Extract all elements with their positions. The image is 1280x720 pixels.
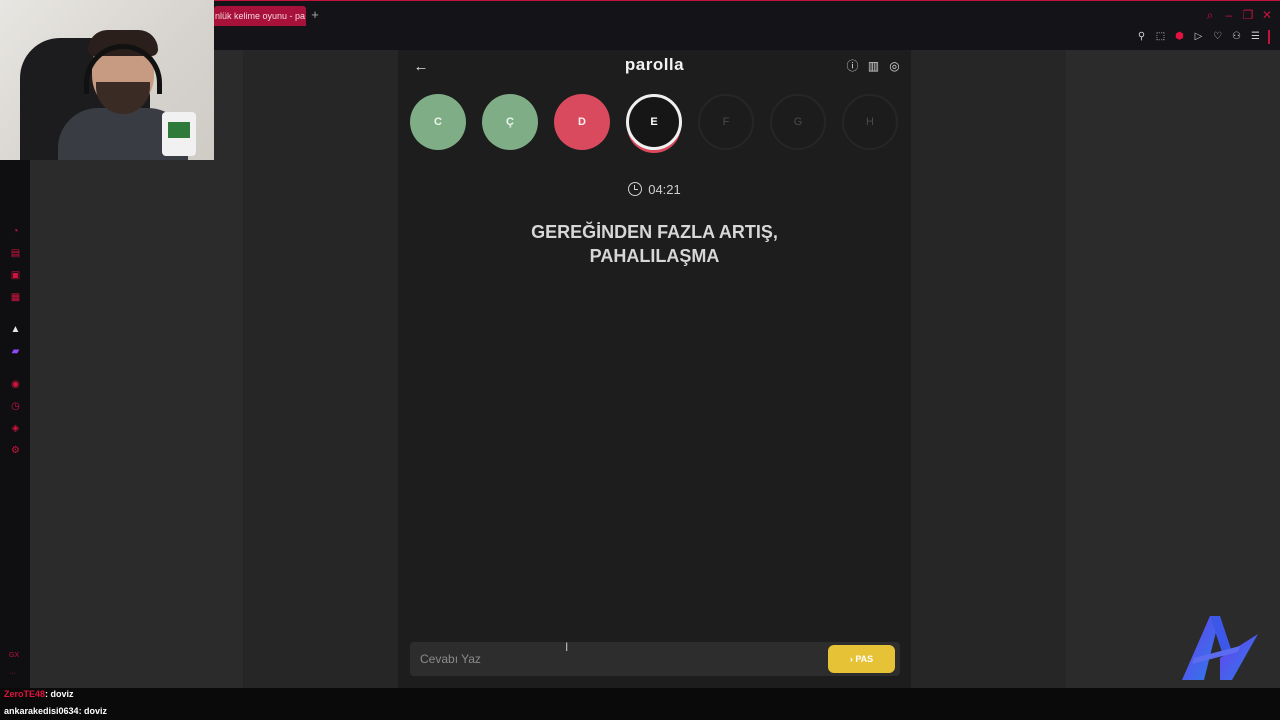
letter-circle-c-cedilla: Ç [482,94,538,150]
letter-circle-g: G [770,94,826,150]
profile-icon[interactable]: ⚇ [1230,30,1243,44]
close-icon[interactable]: ✕ [1260,7,1274,23]
chat-username: ZeroTE48 [4,689,46,699]
minimize-icon[interactable]: – [1222,7,1236,23]
pass-label: PAS [855,654,874,664]
chat-username: ankarakedisi0634 [4,706,79,716]
letter-wheel: C Ç D E F G H [410,94,900,158]
aria-icon[interactable]: ▲ [9,323,22,336]
stats-icon[interactable]: ▥ [865,58,882,75]
menu-icon[interactable]: ☰ [1249,30,1262,44]
answer-bar: › PAS [410,642,900,676]
chat-text: : doviz [45,689,74,699]
question-text: GEREĞİNDEN FAZLA ARTIŞ, PAHALILAŞMA [458,220,851,268]
chat-overlay: ZeroTE48: doviz ankarakedisi0634: doviz [0,688,1280,720]
right-gutter [1066,50,1280,688]
letter-circle-f: F [698,94,754,150]
history-icon[interactable]: ◷ [9,400,22,413]
channel-logo [1182,616,1258,680]
settings-icon[interactable]: ⚙ [9,444,22,457]
snapshot-icon[interactable]: ⬚ [1154,30,1167,44]
pin-icon[interactable]: ⚲ [1135,30,1148,44]
shield-icon[interactable]: ⬢ [1173,30,1186,44]
divider [1268,30,1270,44]
maximize-icon[interactable]: ❐ [1241,7,1255,23]
app-header: ← parolla ⓘ ▥ ◎ [398,50,911,84]
header-icons: ⓘ ▥ ◎ [844,58,903,75]
parolla-app: ← parolla ⓘ ▥ ◎ C Ç D E F G H 04:21 GERE… [398,50,911,688]
letter-circle-h: H [842,94,898,150]
pass-button[interactable]: › PAS [828,645,895,673]
app-title: parolla [624,55,685,74]
more-icon[interactable]: ··· [9,670,16,677]
player-icon[interactable]: ◉ [9,378,22,391]
mug-stripe [168,122,190,138]
text-cursor-icon: I [565,640,569,654]
play-icon[interactable]: ▷ [1192,30,1205,44]
chat-text: : doviz [78,706,108,716]
gx-icon[interactable]: GX [9,652,19,659]
music-icon[interactable]: ▦ [9,291,22,304]
answer-input[interactable] [410,642,820,676]
speed-dial-icon[interactable]: ◔ [9,225,22,238]
account-icon[interactable]: ◎ [886,58,903,75]
letter-circle-e: E [626,94,682,150]
shop-icon[interactable]: ▤ [9,247,22,260]
clock-icon [628,182,643,196]
twitch-icon[interactable]: ▰ [9,345,22,358]
info-icon[interactable]: ⓘ [844,58,861,75]
webcam-overlay [0,0,214,160]
search-icon[interactable]: ⌕ [1203,7,1217,23]
question-line-2: PAHALILAŞMA [589,246,720,266]
address-bar-icons: ⚲ ⬚ ⬢ ▷ ♡ ⚇ ☰ [1135,30,1270,44]
extensions-icon[interactable]: ◈ [9,422,22,435]
messenger-icon[interactable]: ▣ [9,269,22,282]
chat-message: ankarakedisi0634: doviz [4,706,107,716]
countdown-timer: 04:21 [398,182,911,197]
letter-circle-d: D [554,94,610,150]
timer-value: 04:21 [648,182,681,197]
letter-circle-c: C [410,94,466,150]
heart-icon[interactable]: ♡ [1211,30,1224,44]
new-tab-button[interactable]: + [309,7,321,23]
question-line-1: GEREĞİNDEN FAZLA ARTIŞ, [531,222,778,242]
chat-message: ZeroTE48: doviz [4,689,74,699]
browser-tab[interactable]: nlük kelime oyunu - pa [214,6,306,26]
